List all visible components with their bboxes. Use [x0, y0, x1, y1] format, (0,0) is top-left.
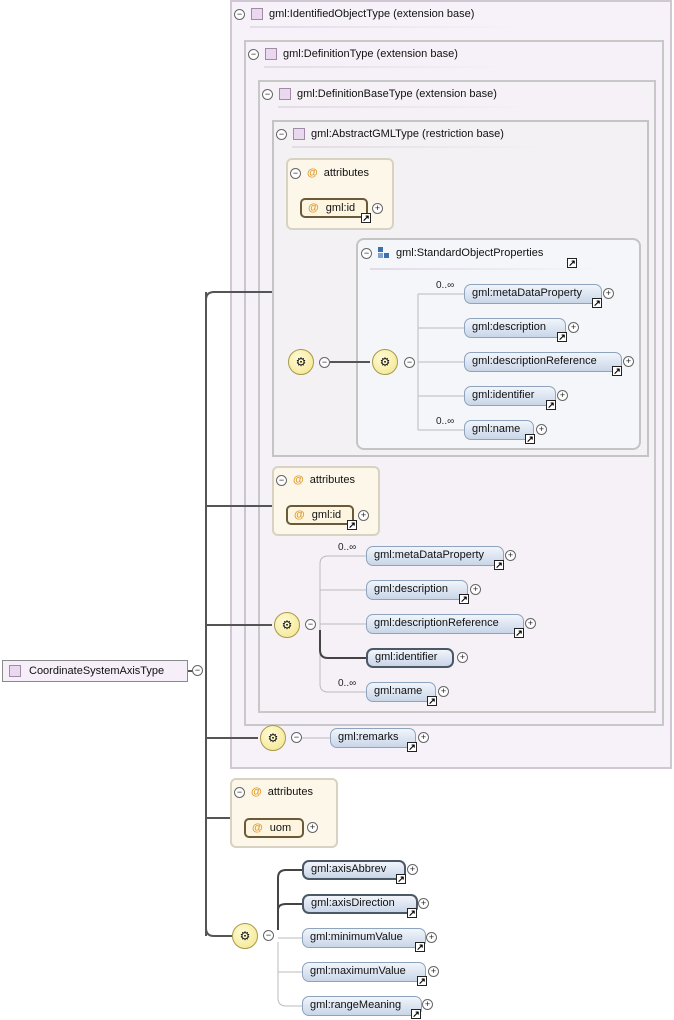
element-gml-maximumvalue[interactable]: gml:maximumValue: [302, 962, 426, 982]
element-gml-name[interactable]: gml:name: [366, 682, 436, 702]
expand-icon[interactable]: +: [422, 999, 433, 1010]
reference-arrow-icon[interactable]: ↗: [415, 942, 425, 952]
element-label: gml:maximumValue: [310, 965, 406, 977]
element-gml-descriptionreference[interactable]: gml:descriptionReference: [464, 352, 622, 372]
expand-icon[interactable]: +: [525, 618, 536, 629]
expand-icon[interactable]: +: [426, 932, 437, 943]
element-label: gml:axisAbbrev: [311, 863, 387, 875]
element-gml-descriptionreference[interactable]: gml:descriptionReference: [366, 614, 524, 634]
reference-arrow-icon[interactable]: ↗: [347, 520, 357, 530]
element-label: gml:rangeMeaning: [310, 999, 402, 1011]
element-gml-identifier[interactable]: gml:identifier: [366, 648, 454, 668]
expand-icon[interactable]: +: [438, 686, 449, 697]
reference-arrow-icon[interactable]: ↗: [494, 560, 504, 570]
occurrence-label: 0..∞: [338, 678, 357, 689]
expand-icon[interactable]: +: [407, 864, 418, 875]
expand-icon[interactable]: +: [568, 322, 579, 333]
root-complex-type[interactable]: CoordinateSystemAxisType: [2, 660, 188, 682]
sequence-compositor-icon[interactable]: ⚙: [288, 349, 314, 375]
attributes-header: − @ attributes: [234, 783, 313, 801]
reference-arrow-icon[interactable]: ↗: [407, 742, 417, 752]
element-label: gml:identifier: [472, 389, 535, 401]
reference-arrow-icon[interactable]: ↗: [612, 366, 622, 376]
element-label: gml:remarks: [338, 731, 399, 743]
collapse-icon[interactable]: −: [319, 357, 330, 368]
element-label: gml:metaDataProperty: [374, 549, 485, 561]
expand-icon[interactable]: +: [470, 584, 481, 595]
element-gml-remarks[interactable]: gml:remarks: [330, 728, 416, 748]
occurrence-label: 0..∞: [436, 280, 455, 291]
attribute-icon: @: [251, 786, 262, 798]
element-label: gml:descriptionReference: [374, 617, 499, 629]
element-label: gml:axisDirection: [311, 897, 395, 909]
reference-arrow-icon[interactable]: ↗: [411, 1009, 421, 1019]
collapse-icon[interactable]: −: [192, 665, 203, 676]
element-gml-axisdirection[interactable]: gml:axisDirection: [302, 894, 418, 914]
element-gml-metadataproperty[interactable]: gml:metaDataProperty: [464, 284, 602, 304]
expand-icon[interactable]: +: [457, 652, 468, 663]
collapse-icon[interactable]: −: [404, 357, 415, 368]
attribute-label: uom: [269, 822, 292, 834]
element-label: gml:name: [472, 423, 521, 435]
collapse-icon[interactable]: −: [276, 474, 287, 486]
reference-arrow-icon[interactable]: ↗: [427, 696, 437, 706]
expand-icon[interactable]: +: [418, 898, 429, 909]
complex-type-icon: [9, 665, 21, 677]
reference-arrow-icon[interactable]: ↗: [525, 434, 535, 444]
element-label: gml:description: [374, 583, 448, 595]
element-label: gml:identifier: [375, 651, 438, 663]
attribute-gml-id[interactable]: @ gml:id: [286, 505, 354, 525]
attribute-label: gml:id: [311, 509, 342, 521]
expand-icon[interactable]: +: [358, 510, 369, 521]
element-label: gml:minimumValue: [310, 931, 403, 943]
expand-icon[interactable]: +: [557, 390, 568, 401]
occurrence-label: 0..∞: [338, 542, 357, 553]
reference-arrow-icon[interactable]: ↗: [514, 628, 524, 638]
reference-arrow-icon[interactable]: ↗: [417, 976, 427, 986]
sequence-compositor-icon[interactable]: ⚙: [260, 725, 286, 751]
reference-arrow-icon[interactable]: ↗: [396, 874, 406, 884]
element-gml-name[interactable]: gml:name: [464, 420, 534, 440]
reference-arrow-icon[interactable]: ↗: [592, 298, 602, 308]
reference-arrow-icon[interactable]: ↗: [407, 908, 417, 918]
expand-icon[interactable]: +: [536, 424, 547, 435]
attribute-uom[interactable]: @ uom: [244, 818, 304, 838]
element-gml-rangemeaning[interactable]: gml:rangeMeaning: [302, 996, 422, 1016]
expand-icon[interactable]: +: [307, 822, 318, 833]
attribute-icon: @: [252, 822, 263, 834]
reference-arrow-icon[interactable]: ↗: [459, 594, 469, 604]
occurrence-label: 0..∞: [436, 416, 455, 427]
collapse-icon[interactable]: −: [234, 786, 245, 798]
element-gml-description[interactable]: gml:description: [366, 580, 468, 600]
element-label: gml:metaDataProperty: [472, 287, 583, 299]
sequence-compositor-icon[interactable]: ⚙: [372, 349, 398, 375]
reference-arrow-icon[interactable]: ↗: [546, 400, 556, 410]
element-gml-axisabbrev[interactable]: gml:axisAbbrev: [302, 860, 406, 880]
element-gml-description[interactable]: gml:description: [464, 318, 566, 338]
element-gml-minimumvalue[interactable]: gml:minimumValue: [302, 928, 426, 948]
reference-arrow-icon[interactable]: ↗: [557, 332, 567, 342]
attribute-icon: @: [294, 509, 305, 521]
sequence-compositor-icon[interactable]: ⚙: [232, 923, 258, 949]
collapse-icon[interactable]: −: [263, 930, 274, 941]
expand-icon[interactable]: +: [505, 550, 516, 561]
expand-icon[interactable]: +: [603, 288, 614, 299]
expand-icon[interactable]: +: [418, 732, 429, 743]
attributes-header: − @ attributes: [276, 471, 355, 489]
sequence-compositor-icon[interactable]: ⚙: [274, 612, 300, 638]
attributes-label: attributes: [309, 474, 355, 486]
expand-icon[interactable]: +: [428, 966, 439, 977]
attribute-icon: @: [293, 474, 304, 486]
attributes-label: attributes: [267, 786, 313, 798]
collapse-icon[interactable]: −: [291, 732, 302, 743]
element-label: gml:descriptionReference: [472, 355, 597, 367]
root-type-label: CoordinateSystemAxisType: [29, 665, 165, 677]
element-label: gml:description: [472, 321, 546, 333]
element-gml-metadataproperty[interactable]: gml:metaDataProperty: [366, 546, 504, 566]
element-label: gml:name: [374, 685, 423, 697]
expand-icon[interactable]: +: [623, 356, 634, 367]
element-gml-identifier[interactable]: gml:identifier: [464, 386, 556, 406]
collapse-icon[interactable]: −: [305, 619, 316, 630]
